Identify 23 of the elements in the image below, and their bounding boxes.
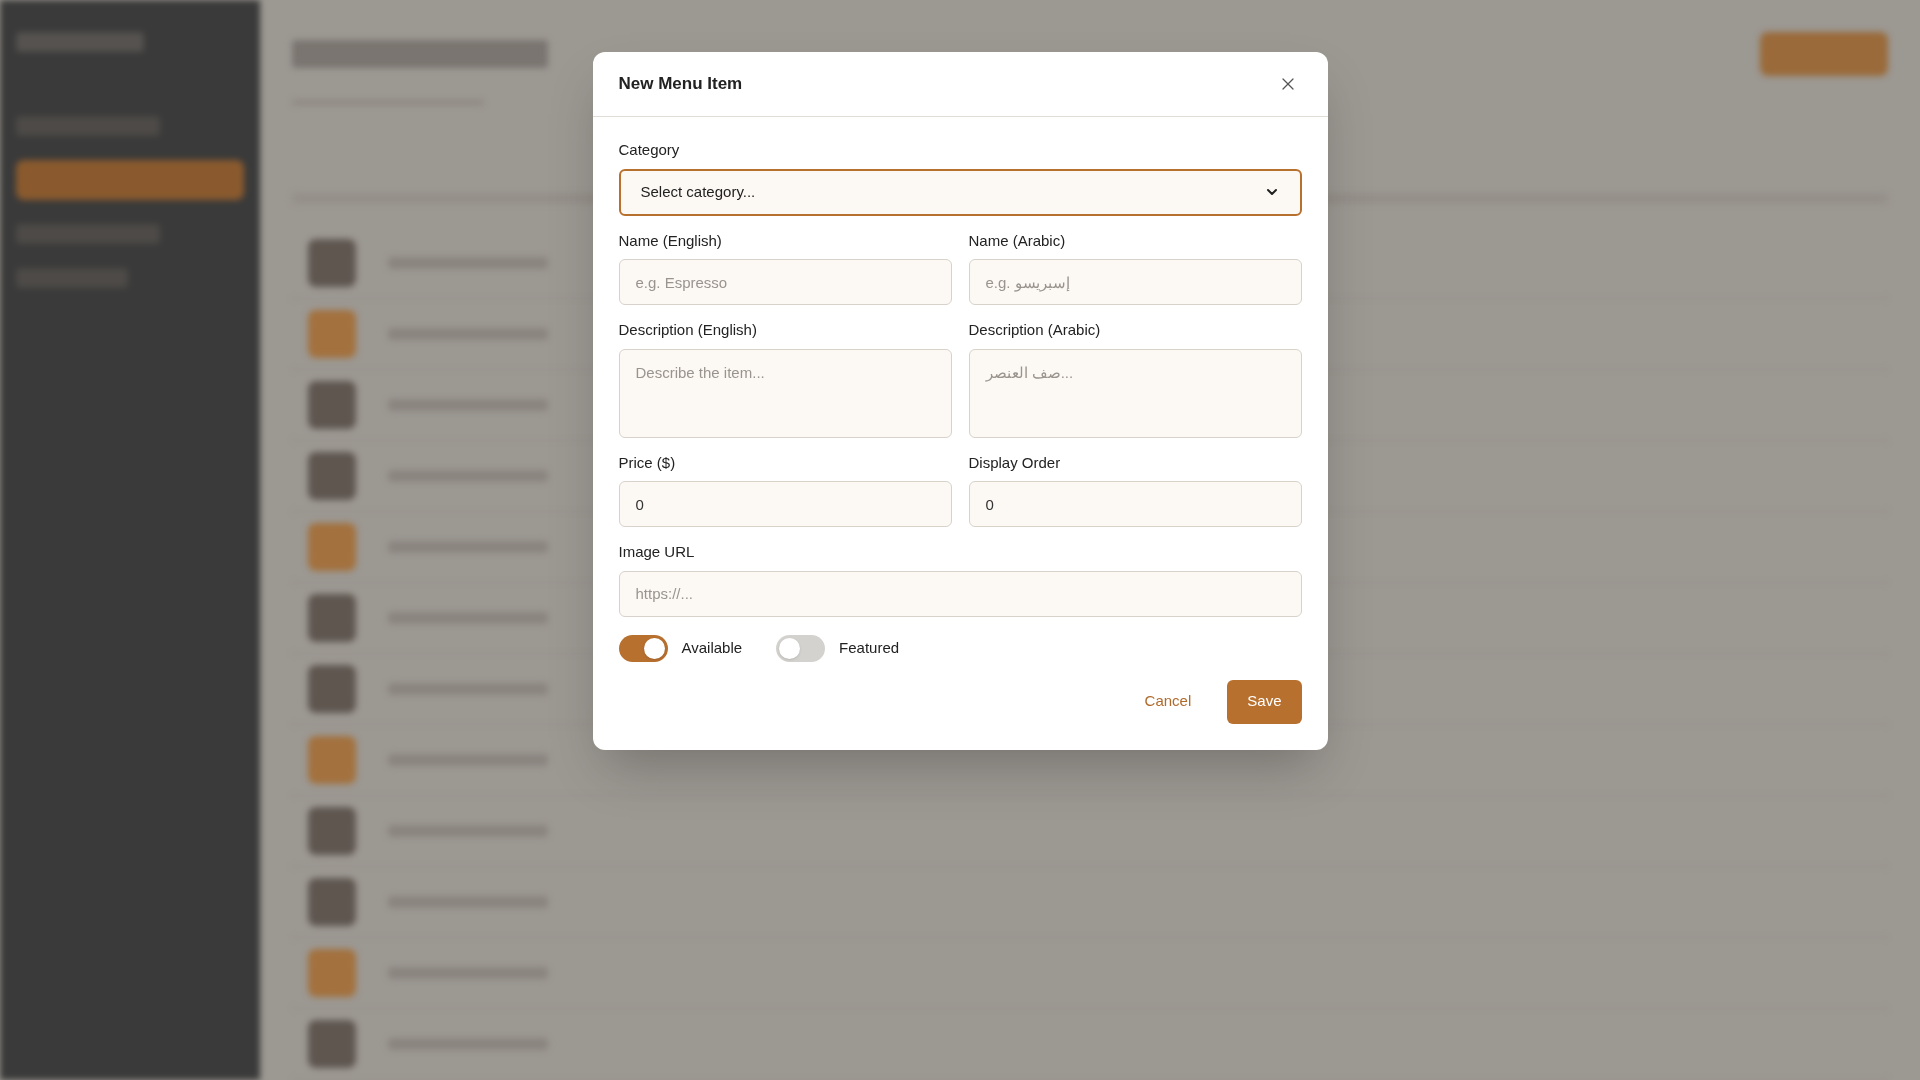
toggle-switch[interactable] xyxy=(618,634,668,662)
input-field[interactable]: https://... xyxy=(618,570,1302,617)
dialog-title: New Menu Item xyxy=(618,73,743,96)
input-field[interactable]: 0 xyxy=(968,481,1302,527)
field-label: Display Order xyxy=(968,452,1062,473)
description-field[interactable]: Describe the item... xyxy=(618,348,952,438)
input-field[interactable]: 0 xyxy=(618,481,952,527)
field-label: Description (English) xyxy=(618,320,758,340)
field-label: Name (English) xyxy=(618,230,723,251)
toggle-switch[interactable] xyxy=(776,634,826,662)
field-label: Description (Arabic) xyxy=(968,320,1102,340)
field-label: Price ($) xyxy=(618,452,677,473)
toggle-label: Available xyxy=(681,637,743,658)
input-field[interactable]: e.g. إسبريسو xyxy=(968,259,1302,305)
category-select[interactable]: Select category... xyxy=(618,168,1302,216)
cancel-button[interactable]: Cancel xyxy=(1124,679,1212,724)
field-label: Name (Arabic) xyxy=(968,230,1067,251)
save-button[interactable]: Save xyxy=(1227,679,1302,724)
field-label: Category xyxy=(618,140,681,160)
description-field[interactable]: صف العنصر... xyxy=(968,348,1302,438)
field-label: Image URL xyxy=(618,542,696,562)
input-field[interactable]: e.g. Espresso xyxy=(618,259,952,305)
toggle-label: Featured xyxy=(839,637,900,658)
